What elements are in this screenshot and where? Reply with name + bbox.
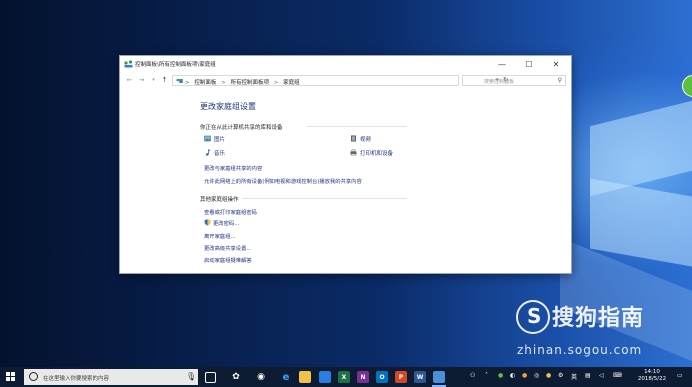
store-icon[interactable] — [319, 371, 331, 383]
chrome-icon[interactable]: ◉ — [255, 371, 267, 383]
breadcrumb-separator: > — [185, 80, 190, 86]
microphone-icon[interactable]: 🎙 — [186, 372, 196, 381]
printer-icon — [350, 149, 357, 156]
chevron-up-icon[interactable]: ˄ — [485, 372, 488, 379]
file-explorer-icon[interactable] — [299, 371, 311, 383]
input-language-indicator[interactable]: 英 — [571, 372, 577, 381]
shared-item-printers: 打印机和设备 — [350, 149, 393, 157]
search-icon[interactable]: ⚲ — [558, 77, 562, 84]
breadcrumb-item-control-panel[interactable]: 控制面板 — [194, 80, 216, 86]
taskbar: 在这里输入你要搜索的内容 🎙 ✿ ◉ e X N O P W ⚇ ˄ ● ◐ ●… — [0, 367, 692, 387]
sogou-logo-icon: S — [516, 300, 550, 334]
link-change-shared-content[interactable]: 更改与家庭组共享的内容 — [204, 164, 262, 172]
people-icon[interactable]: ⚇ — [470, 372, 475, 379]
breadcrumb-item-homegroup[interactable]: 家庭组 — [283, 80, 300, 86]
homegroup-window: 控制面板\所有控制面板项\家庭组 — ☐ ✕ ← → ▾ ↑ > 控制面板 > … — [119, 55, 572, 274]
section-divider — [242, 198, 407, 199]
link-advanced-sharing[interactable]: 更改高级共享设置... — [204, 244, 251, 252]
tray-app-icon[interactable]: ◎ — [534, 372, 539, 379]
notifications-icon[interactable]: ▭ — [677, 372, 683, 379]
watermark-brand: 搜狗指南 — [552, 306, 645, 331]
shared-item-music: 音乐 — [204, 149, 225, 157]
minimize-button[interactable]: — — [492, 58, 512, 71]
volume-icon[interactable]: ◁ — [599, 372, 604, 379]
videos-icon — [351, 135, 356, 142]
homegroup-icon — [124, 60, 133, 68]
breadcrumb-separator: > — [273, 80, 279, 86]
ime-icon[interactable]: ⌨ — [613, 372, 622, 379]
section-heading-other: 其他家庭组操作 — [200, 197, 239, 203]
tray-app-icon[interactable]: ● — [546, 372, 551, 379]
address-bar-row: ← → ▾ ↑ > 控制面板 > 所有控制面板项 > 家庭组 ▾ ↻ 搜索控制面… — [120, 73, 571, 88]
link-troubleshoot[interactable]: 启动家庭组疑难解答 — [204, 256, 252, 264]
link-allow-devices-stream[interactable]: 允许此网络上的所有设备(例如电视和游戏控制台)播放我的共享内容 — [204, 177, 362, 185]
powerpoint-icon[interactable]: P — [395, 371, 407, 383]
flower-app-icon[interactable]: ✿ — [230, 371, 242, 383]
section-divider — [307, 126, 407, 127]
system-clock[interactable]: 14:10 2018/5/22 — [632, 369, 672, 383]
windows-start-icon[interactable] — [6, 372, 16, 382]
shield-icon — [204, 219, 211, 226]
word-icon[interactable]: W — [414, 371, 426, 383]
taskbar-search-input[interactable]: 在这里输入你要搜索的内容 🎙 — [24, 369, 198, 385]
maximize-button[interactable]: ☐ — [519, 58, 539, 71]
breadcrumb-separator: > — [221, 80, 226, 86]
section-heading-sharing: 你正在从此计算机共享的库和设备 — [200, 125, 283, 131]
link-view-print-password[interactable]: 查看或打印家庭组密码 — [204, 208, 257, 216]
link-change-password[interactable]: 更改密码... — [204, 219, 239, 227]
page-title: 更改家庭组设置 — [200, 102, 256, 111]
network-icon[interactable]: ▤ — [585, 372, 591, 379]
clock-date: 2018/5/22 — [637, 376, 667, 382]
shared-item-pictures: 图片 — [204, 135, 225, 143]
cortana-icon — [29, 372, 38, 381]
taskbar-search-placeholder: 在这里输入你要搜索的内容 — [43, 376, 110, 382]
breadcrumb-item-all-items[interactable]: 所有控制面板项 — [230, 80, 269, 86]
recent-dropdown-icon[interactable]: ▾ — [149, 76, 158, 85]
onenote-icon[interactable]: N — [357, 371, 369, 383]
main-content: 更改家庭组设置 你正在从此计算机共享的库和设备 图片 视频 音乐 打印机和设备 … — [120, 88, 571, 273]
tray-app-icon[interactable]: ⚙ — [558, 372, 563, 379]
tray-app-icon[interactable]: ● — [522, 372, 527, 379]
title-bar[interactable]: 控制面板\所有控制面板项\家庭组 — ☐ ✕ — [120, 56, 571, 73]
search-input[interactable]: 搜索控制面板 ⚲ — [462, 75, 566, 86]
back-arrow-icon[interactable]: ← — [125, 76, 134, 85]
shared-item-videos: 视频 — [350, 135, 371, 143]
photos-icon[interactable] — [433, 371, 445, 383]
window-title: 控制面板\所有控制面板项\家庭组 — [135, 62, 216, 68]
pictures-icon — [204, 135, 211, 142]
task-view-icon[interactable] — [205, 372, 216, 383]
breadcrumb: > 控制面板 > 所有控制面板项 > 家庭组 — [185, 78, 303, 86]
up-arrow-icon[interactable]: ↑ — [160, 76, 169, 85]
watermark-url: zhinan.sogou.com — [517, 343, 643, 357]
search-placeholder: 搜索控制面板 — [484, 79, 515, 85]
outlook-icon[interactable]: O — [376, 371, 388, 383]
address-box[interactable]: > 控制面板 > 所有控制面板项 > 家庭组 ▾ ↻ — [172, 75, 509, 86]
close-button[interactable]: ✕ — [546, 58, 566, 71]
tray-app-icon[interactable]: ● — [498, 372, 503, 379]
clock-time: 14:10 — [644, 369, 660, 375]
forward-arrow-icon[interactable]: → — [137, 76, 146, 85]
tray-app-icon[interactable]: ◐ — [510, 372, 515, 379]
excel-icon[interactable]: X — [338, 371, 350, 383]
edge-icon[interactable]: e — [280, 371, 292, 383]
music-icon — [206, 149, 211, 156]
control-panel-icon — [176, 78, 183, 83]
link-leave-homegroup[interactable]: 离开家庭组... — [204, 232, 236, 240]
